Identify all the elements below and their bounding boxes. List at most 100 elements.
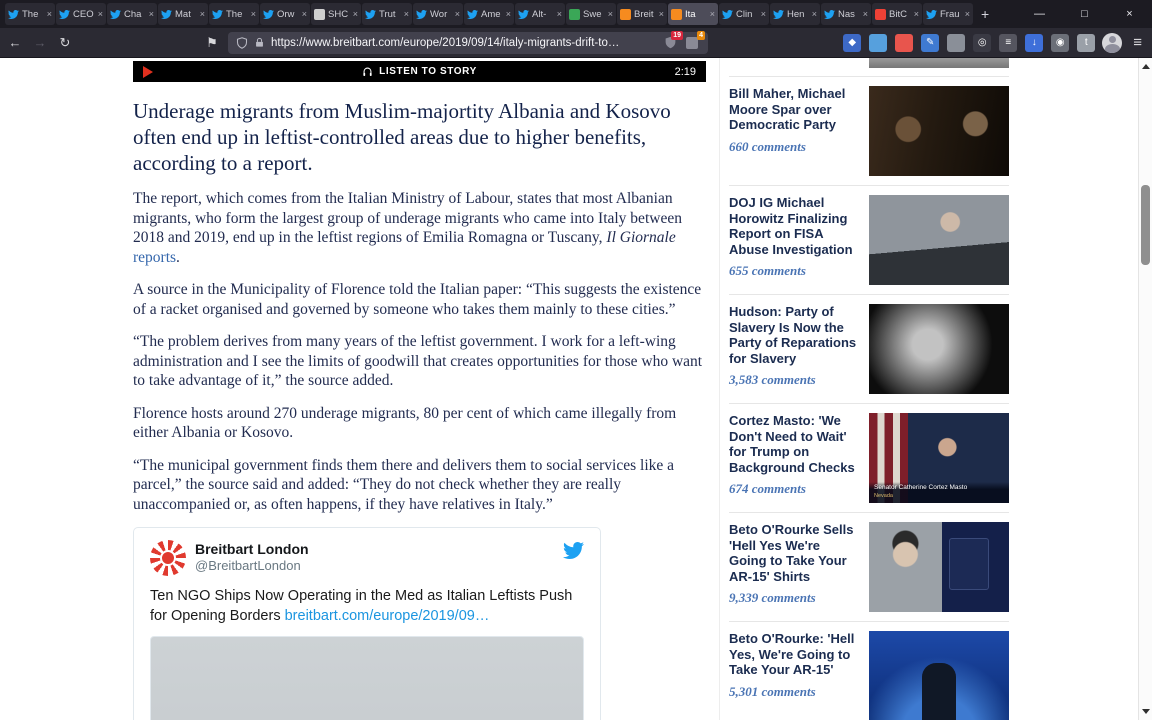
browser-tab[interactable]: CEO × [56, 3, 106, 25]
tweet-link[interactable]: breitbart.com/europe/2019/09… [285, 608, 490, 624]
sidebar-article-title[interactable]: DOJ IG Michael Horowitz Finalizing Repor… [729, 195, 859, 257]
sidebar-partial-thumbnail[interactable] [869, 58, 1009, 68]
tab-close-icon[interactable]: × [557, 9, 562, 19]
tab-close-icon[interactable]: × [455, 9, 460, 19]
comment-count[interactable]: 9,339 comments [729, 590, 859, 606]
comment-count[interactable]: 655 comments [729, 263, 859, 279]
menu-icon[interactable]: ≡ [1129, 34, 1146, 51]
browser-tab[interactable]: Nas × [821, 3, 871, 25]
extension-icon[interactable]: ≡ [999, 33, 1018, 52]
browser-tab[interactable]: Trut × [362, 3, 412, 25]
browser-tab[interactable]: Hen × [770, 3, 820, 25]
tab-close-icon[interactable]: × [659, 9, 664, 19]
tab-close-icon[interactable]: × [404, 9, 409, 19]
sidebar-article-title[interactable]: Hudson: Party of Slavery Is Now the Part… [729, 304, 859, 366]
tab-close-icon[interactable]: × [608, 9, 613, 19]
browser-tab[interactable]: Ita × [668, 3, 718, 25]
extension-icon[interactable]: ✎ [921, 33, 940, 52]
reports-link[interactable]: reports [133, 249, 176, 266]
tweet-author-name[interactable]: Breitbart London [195, 540, 309, 558]
extension-icon[interactable] [947, 33, 966, 52]
sidebar-article-thumbnail[interactable]: Senator Catherine Cortez Masto Nevada [869, 413, 1009, 503]
play-button[interactable] [143, 65, 153, 78]
twitter-favicon [110, 9, 121, 20]
browser-tab[interactable]: Ame × [464, 3, 514, 25]
browser-tab[interactable]: SHC × [311, 3, 361, 25]
reload-button[interactable]: ↻ [56, 35, 74, 51]
browser-tab[interactable]: Alt- × [515, 3, 565, 25]
sidebar-article-thumbnail[interactable] [869, 195, 1009, 285]
forward-button[interactable]: → [31, 35, 49, 50]
browser-tab[interactable]: Mat × [158, 3, 208, 25]
browser-tab[interactable]: Swe × [566, 3, 616, 25]
comment-count[interactable]: 674 comments [729, 481, 859, 497]
bookmark-icon[interactable]: ⚑ [203, 35, 221, 51]
maximize-button[interactable]: □ [1062, 0, 1107, 28]
browser-tab[interactable]: Cha × [107, 3, 157, 25]
browser-tab[interactable]: The × [209, 3, 259, 25]
tab-close-icon[interactable]: × [863, 9, 868, 19]
sidebar-article-title[interactable]: Bill Maher, Michael Moore Spar over Demo… [729, 86, 859, 133]
sidebar-article-title[interactable]: Beto O'Rourke: 'Hell Yes, We're Going to… [729, 631, 859, 678]
tab-close-icon[interactable]: × [761, 9, 766, 19]
browser-tab[interactable]: Orw × [260, 3, 310, 25]
tab-close-icon[interactable]: × [200, 9, 205, 19]
tab-close-icon[interactable]: × [149, 9, 154, 19]
breitbart-london-avatar[interactable] [150, 540, 186, 576]
extension-icon[interactable]: ◉ [1051, 33, 1070, 52]
sidebar-article-thumbnail[interactable] [869, 304, 1009, 394]
sidebar-article-thumbnail[interactable] [869, 522, 1009, 612]
extension-icon[interactable] [869, 33, 888, 52]
new-tab-button[interactable]: + [973, 6, 997, 22]
close-window-button[interactable]: × [1107, 0, 1152, 28]
browser-tab[interactable]: The × [5, 3, 55, 25]
tab-label: Orw [277, 8, 295, 20]
twitter-bird-icon[interactable] [563, 540, 584, 566]
tab-close-icon[interactable]: × [506, 9, 511, 19]
browser-tab[interactable]: Frau × [923, 3, 973, 25]
sidebar-article-thumbnail[interactable] [869, 631, 1009, 720]
scroll-down-arrow[interactable] [1142, 709, 1150, 714]
extension-icon[interactable]: t [1077, 33, 1096, 52]
scroll-up-arrow[interactable] [1142, 64, 1150, 69]
tab-label: BitC [889, 8, 907, 20]
tab-close-icon[interactable]: × [914, 9, 919, 19]
back-button[interactable]: ← [6, 35, 24, 50]
sidebar-article-title[interactable]: Cortez Masto: 'We Don't Need to Wait' fo… [729, 413, 859, 475]
sidebar-article-title[interactable]: Beto O'Rourke Sells 'Hell Yes We're Goin… [729, 522, 859, 584]
twitter-favicon [365, 9, 376, 20]
browser-tab[interactable]: Wor × [413, 3, 463, 25]
sidebar-article-thumbnail[interactable] [869, 86, 1009, 176]
tab-close-icon[interactable]: × [251, 9, 256, 19]
browser-tab[interactable]: Breit × [617, 3, 667, 25]
tab-close-icon[interactable]: × [710, 9, 715, 19]
tab-close-icon[interactable]: × [47, 9, 52, 19]
adblocker-shield-icon[interactable]: 19 [662, 30, 683, 51]
tab-label: Wor [430, 8, 448, 20]
extension-icon[interactable]: ↓ [1025, 33, 1044, 52]
browser-tab[interactable]: BitC × [872, 3, 922, 25]
tab-label: CEO [73, 8, 94, 20]
extension-icon[interactable] [895, 33, 914, 52]
tab-close-icon[interactable]: × [353, 9, 358, 19]
comment-count[interactable]: 5,301 comments [729, 684, 859, 700]
tweet-image[interactable] [150, 636, 584, 720]
comment-count[interactable]: 3,583 comments [729, 372, 859, 388]
tab-close-icon[interactable]: × [965, 9, 970, 19]
browser-tab[interactable]: Clin × [719, 3, 769, 25]
account-avatar[interactable] [1102, 32, 1123, 53]
tweet-author-handle[interactable]: @BreitbartLondon [195, 558, 309, 573]
tab-close-icon[interactable]: × [812, 9, 817, 19]
extension-icon[interactable]: ◎ [973, 33, 992, 52]
scrollbar-thumb[interactable] [1141, 185, 1150, 265]
minimize-button[interactable]: — [1017, 0, 1062, 28]
lock-icon[interactable] [254, 37, 265, 48]
tab-close-icon[interactable]: × [302, 9, 307, 19]
script-blocker-icon[interactable]: 4 [684, 30, 705, 51]
extension-icon[interactable]: ◆ [843, 33, 862, 52]
address-bar[interactable]: https://www.breitbart.com/europe/2019/09… [228, 30, 708, 54]
tab-close-icon[interactable]: × [98, 9, 103, 19]
article-paragraph: A source in the Municipality of Florence… [133, 281, 702, 318]
tracking-protection-shield-icon[interactable] [236, 36, 248, 49]
comment-count[interactable]: 660 comments [729, 139, 859, 155]
